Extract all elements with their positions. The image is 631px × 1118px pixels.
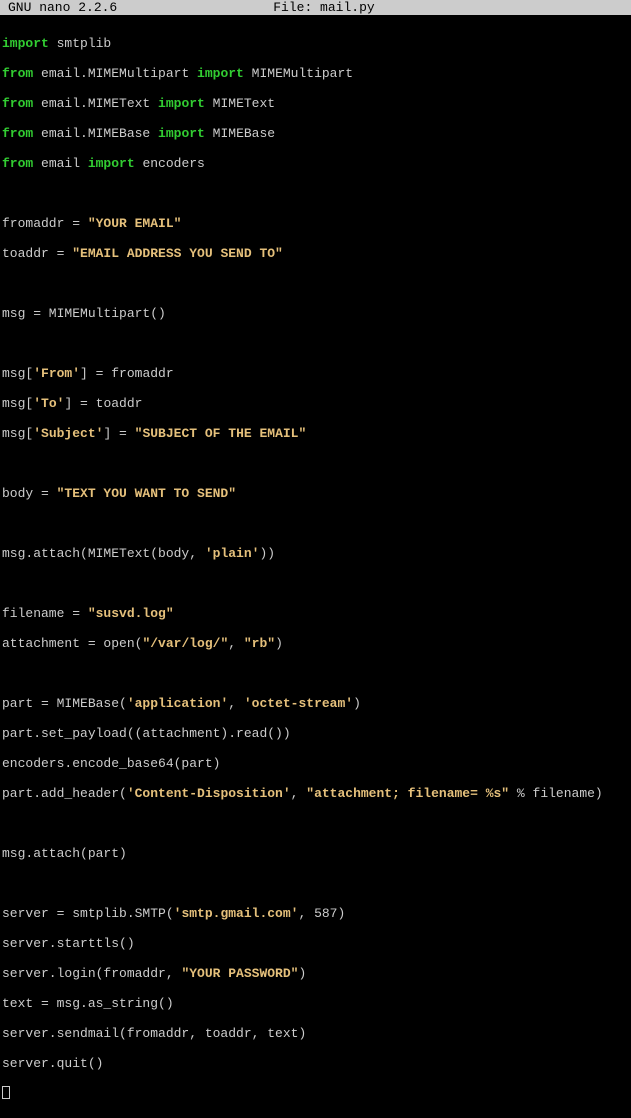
code-line: from email.MIMEMultipart import MIMEMult… [2, 66, 629, 81]
file-label: File: mail.py [273, 0, 374, 15]
code-line: filename = "susvd.log" [2, 606, 629, 621]
code-line: msg['From'] = fromaddr [2, 366, 629, 381]
code-line: from email.MIMEBase import MIMEBase [2, 126, 629, 141]
blank-line [2, 456, 629, 471]
code-line: server.quit() [2, 1056, 629, 1071]
code-line: encoders.encode_base64(part) [2, 756, 629, 771]
code-line: part.set_payload((attachment).read()) [2, 726, 629, 741]
blank-line [2, 816, 629, 831]
code-line: attachment = open("/var/log/", "rb") [2, 636, 629, 651]
blank-line [2, 876, 629, 891]
code-line: text = msg.as_string() [2, 996, 629, 1011]
code-line: msg['To'] = toaddr [2, 396, 629, 411]
code-line: msg = MIMEMultipart() [2, 306, 629, 321]
code-line: msg['Subject'] = "SUBJECT OF THE EMAIL" [2, 426, 629, 441]
code-line: server.login(fromaddr, "YOUR PASSWORD") [2, 966, 629, 981]
code-line: server = smtplib.SMTP('smtp.gmail.com', … [2, 906, 629, 921]
code-line: from email import encoders [2, 156, 629, 171]
code-line: part = MIMEBase('application', 'octet-st… [2, 696, 629, 711]
editor-titlebar: GNU nano 2.2.6 File: mail.py [0, 0, 631, 15]
code-line: import smtplib [2, 36, 629, 51]
cursor-line [2, 1086, 629, 1101]
code-line: msg.attach(part) [2, 846, 629, 861]
code-line: from email.MIMEText import MIMEText [2, 96, 629, 111]
blank-line [2, 666, 629, 681]
code-line: server.sendmail(fromaddr, toaddr, text) [2, 1026, 629, 1041]
app-name: GNU nano 2.2.6 [8, 0, 117, 15]
code-line: server.starttls() [2, 936, 629, 951]
blank-line [2, 336, 629, 351]
editor-content[interactable]: import smtplib from email.MIMEMultipart … [0, 15, 631, 1118]
code-line: body = "TEXT YOU WANT TO SEND" [2, 486, 629, 501]
text-cursor [2, 1086, 10, 1099]
code-line: fromaddr = "YOUR EMAIL" [2, 216, 629, 231]
code-line: msg.attach(MIMEText(body, 'plain')) [2, 546, 629, 561]
code-line: part.add_header('Content-Disposition', "… [2, 786, 629, 801]
code-line: toaddr = "EMAIL ADDRESS YOU SEND TO" [2, 246, 629, 261]
blank-line [2, 516, 629, 531]
blank-line [2, 576, 629, 591]
blank-line [2, 186, 629, 201]
blank-line [2, 276, 629, 291]
